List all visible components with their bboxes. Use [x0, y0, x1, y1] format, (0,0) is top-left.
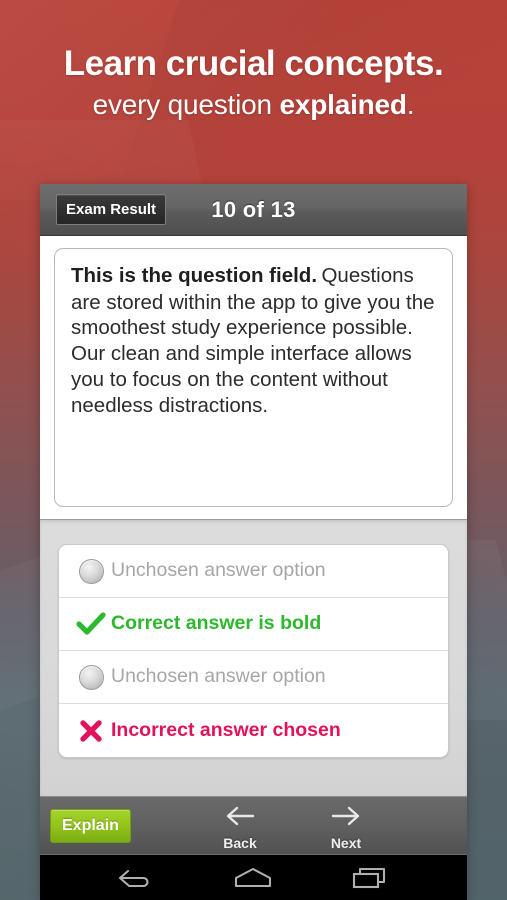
answer-option-label: Unchosen answer option: [111, 665, 326, 688]
answer-option-label: Correct answer is bold: [111, 612, 322, 635]
answers-area: Unchosen answer option Correct answer is…: [40, 519, 467, 796]
android-recents-icon[interactable]: [350, 865, 390, 891]
next-button[interactable]: Next: [301, 801, 391, 851]
app-screenshot: Exam Result 10 of 13 This is the questio…: [40, 184, 467, 900]
next-label: Next: [330, 835, 362, 851]
headline-line-2-emphasis: explained: [279, 89, 407, 121]
radio-unselected-icon: [71, 664, 111, 690]
exam-result-button[interactable]: Exam Result: [56, 194, 167, 225]
back-label: Back: [223, 835, 257, 851]
answer-option-label: Incorrect answer chosen: [111, 718, 341, 741]
answer-option-row[interactable]: Correct answer is bold: [59, 598, 448, 651]
headline-line-2-prefix: every question: [92, 89, 280, 121]
android-back-icon[interactable]: [117, 865, 157, 891]
cross-icon: [71, 718, 111, 744]
radio-unselected-icon: [71, 558, 111, 584]
back-button[interactable]: Back: [195, 801, 285, 851]
answers-list: Unchosen answer option Correct answer is…: [58, 544, 449, 758]
android-navigation-bar: [40, 854, 467, 900]
answer-option-row[interactable]: Unchosen answer option: [59, 545, 448, 598]
headline-line-2: every question explained.: [0, 87, 507, 123]
android-home-icon[interactable]: [230, 865, 276, 891]
explain-button[interactable]: Explain: [50, 808, 131, 843]
answer-option-row[interactable]: Incorrect answer chosen: [59, 704, 448, 757]
answer-option-label: Unchosen answer option: [111, 559, 326, 582]
action-bar: Exam Result 10 of 13: [40, 184, 467, 236]
question-title: This is the question field.: [71, 264, 318, 287]
question-area: This is the question field. Questions ar…: [40, 236, 467, 519]
arrow-right-icon: [331, 806, 360, 826]
headline-line-2-suffix: .: [406, 89, 415, 121]
check-icon: [71, 611, 111, 637]
answer-option-row[interactable]: Unchosen answer option: [59, 651, 448, 704]
promo-headline: Learn crucial concepts. every question e…: [0, 44, 507, 124]
bottom-toolbar: Explain Back Next: [40, 796, 467, 854]
question-card: This is the question field. Questions ar…: [54, 248, 453, 507]
headline-line-1: Learn crucial concepts.: [63, 44, 444, 83]
arrow-left-icon: [226, 806, 255, 826]
